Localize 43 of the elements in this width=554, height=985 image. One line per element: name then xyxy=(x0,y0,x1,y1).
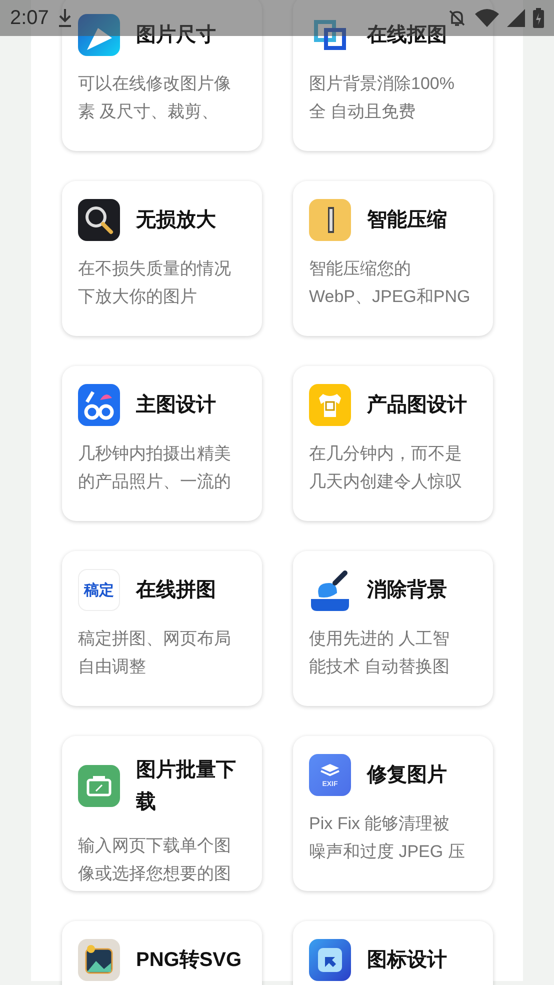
tool-card[interactable]: 无损放大 在不损失质量的情况 下放大你的图片 xyxy=(62,181,262,336)
tool-title: 消除背景 xyxy=(367,578,448,603)
magnifier-icon xyxy=(78,199,120,241)
tool-card[interactable]: 稿定 在线拼图 稿定拼图、网页布局 自由调整 xyxy=(62,551,262,706)
download-icon xyxy=(56,8,73,28)
tool-description: 在几分钟内，而不是 几天内创建令人惊叹 xyxy=(309,443,463,493)
tool-description: Pix Fix 能够清理被 噪声和过度 JPEG 压 xyxy=(309,813,466,863)
logo: 稿定 xyxy=(78,569,120,611)
tool-card[interactable]: 消除背景 使用先进的 人工智 能技术 自动替换图 xyxy=(293,551,493,706)
tool-description: 图片背景消除100% 全 自动且免费 xyxy=(309,73,456,123)
tool-description: 使用先进的 人工智 能技术 自动替换图 xyxy=(309,628,451,678)
tool-card[interactable]: 图标设计 xyxy=(293,921,493,985)
tool-title: 在线拼图 xyxy=(136,578,217,603)
tool-card[interactable]: PNG转SVG xyxy=(62,921,262,985)
bell-off-icon xyxy=(447,8,467,28)
tray-icon xyxy=(78,765,120,807)
tool-title: 图片批量下载 xyxy=(136,758,237,815)
tool-card[interactable]: 图片批量下载 输入网页下载单个图 像或选择您想要的图 xyxy=(62,736,262,891)
tool-description: 智能压缩您的 WebP、JPEG和PNG xyxy=(309,258,472,308)
tool-description: 在不损失质量的情况 下放大你的图片 xyxy=(78,258,232,308)
landscape-icon xyxy=(78,939,120,981)
tool-card[interactable]: 产品图设计 在几分钟内，而不是 几天内创建令人惊叹 xyxy=(293,366,493,521)
tool-description: 稿定拼图、网页布局 自由调整 xyxy=(78,628,232,678)
tool-title: 产品图设计 xyxy=(367,392,468,418)
signal-icon xyxy=(507,9,525,27)
paint-brush-icon xyxy=(309,569,351,611)
colorful-logo-icon xyxy=(78,384,120,426)
tool-card[interactable]: 智能压缩 智能压缩您的 WebP、JPEG和PNG xyxy=(293,181,493,336)
tool-description: 输入网页下载单个图 像或选择您想要的图 xyxy=(78,835,232,885)
battery-icon xyxy=(533,8,544,28)
tool-title: 主图设计 xyxy=(136,392,217,418)
paper-plane-icon xyxy=(78,14,120,56)
t-shirt-icon xyxy=(309,384,351,426)
status-time: 2:07 xyxy=(10,6,49,30)
tool-title: PNG转SVG xyxy=(136,948,243,973)
tool-title: 智能压缩 xyxy=(367,208,448,233)
tool-title: 图标设计 xyxy=(367,948,448,973)
tool-description: 可以在线修改图片像 素 及尺寸、裁剪、 xyxy=(78,73,232,123)
tool-title: 无损放大 xyxy=(136,208,217,233)
tool-title: 修复图片 xyxy=(367,763,448,788)
tool-description: 几秒钟内拍摄出精美 的产品照片、一流的 xyxy=(78,443,232,493)
wifi-icon xyxy=(475,8,499,28)
tool-card[interactable]: 主图设计 几秒钟内拍摄出精美 的产品照片、一流的 xyxy=(62,366,262,521)
